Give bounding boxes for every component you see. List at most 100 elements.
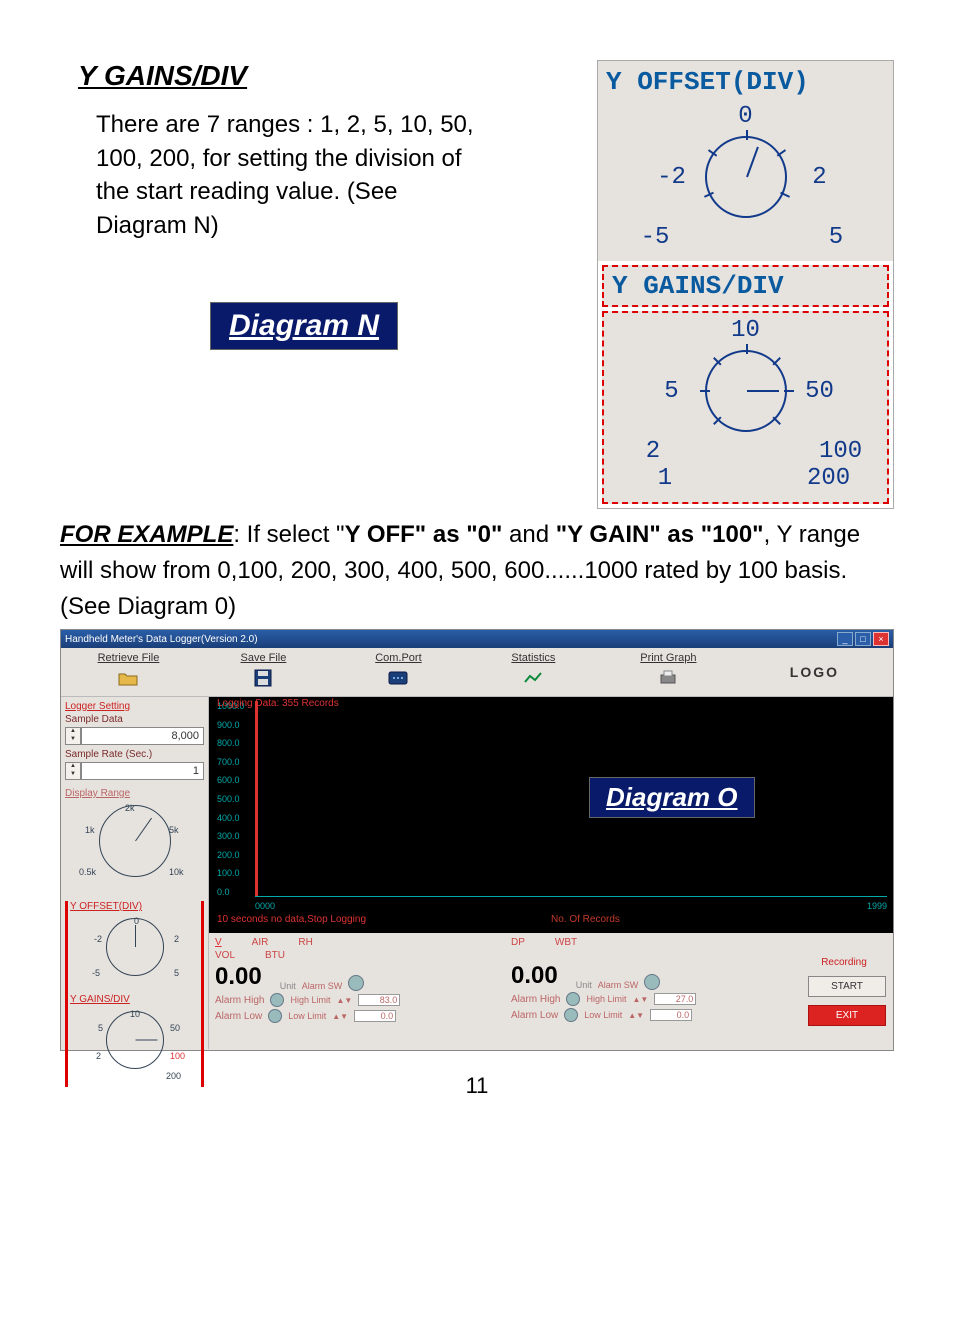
body-text: There are 7 ranges : 1, 2, 5, 10, 50, 10… [96,108,476,242]
yo-n5: -5 [92,968,100,978]
app-screenshot: Handheld Meter's Data Logger(Version 2.0… [60,629,894,1051]
y-gains-2: 2 [634,438,672,465]
unit-rh[interactable]: RH [298,937,312,948]
high-limit-lbl-left: High Limit [290,995,330,1005]
alarm-low-led-right[interactable] [564,1008,578,1022]
alarm-high-led-left[interactable] [270,993,284,1007]
yo-2: 2 [174,934,179,944]
alarm-sw-right: Alarm SW [598,980,639,990]
plot-area: 1000.0 900.0 800.0 700.0 600.0 500.0 400… [209,697,893,933]
value-left: 0.00 [215,963,274,991]
unit-vol[interactable]: VOL [215,950,235,961]
yg-50: 50 [170,1023,180,1033]
diagram-o-label: Diagram O [589,777,755,818]
display-range-dial[interactable] [99,805,171,877]
unit-lbl-left: Unit [280,981,296,991]
unit-lbl-right: Unit [576,980,592,990]
unit-v[interactable]: V [215,937,222,948]
sample-rate-label: Sample Rate (Sec.) [65,749,204,760]
y-gains-dial[interactable] [705,350,787,432]
close-icon[interactable]: × [873,632,889,646]
yg-200: 200 [166,1071,181,1081]
sample-data-value[interactable]: 8,000 [81,727,204,745]
sample-rate-value[interactable]: 1 [81,762,204,780]
alarm-sw-led-right[interactable] [644,974,660,990]
sample-data-spinner[interactable]: ▲▼ [65,727,81,745]
unit-dp[interactable]: DP [511,937,525,948]
value-right: 0.00 [511,962,570,990]
yg-2: 2 [96,1051,101,1061]
unit-wbt[interactable]: WBT [555,937,577,948]
y-gains-5: 5 [653,378,691,405]
maximize-icon[interactable]: □ [855,632,871,646]
port-icon [333,668,464,688]
menu-print-graph[interactable]: Print Graph [601,648,736,696]
unit-air[interactable]: AIR [252,937,269,948]
unit-btu[interactable]: BTU [265,950,285,961]
y-gains-200: 200 [807,465,845,492]
diagram-n-label: Diagram N [210,302,398,350]
exit-button[interactable]: EXIT [808,1005,886,1026]
y-offset-title: Y OFFSET(DIV) [598,61,893,99]
window-title: Handheld Meter's Data Logger(Version 2.0… [65,634,258,645]
y-offset-gains-panel: Y OFFSET(DIV) 0 -2 2 -5 [597,60,894,509]
side-y-gains-dial[interactable] [106,1011,164,1069]
menu-save-file[interactable]: Save File [196,648,331,696]
side-y-offset-dial[interactable] [106,918,164,976]
diskette-icon [198,668,329,688]
low-limit-lbl-left: Low Limit [288,1011,326,1021]
minimize-icon[interactable]: _ [837,632,853,646]
dr-5k: 5k [169,825,179,835]
logger-setting-label: Logger Setting [65,701,204,712]
yo-n2: -2 [94,934,102,944]
chart-icon [468,668,599,688]
dr-05k: 0.5k [79,867,96,877]
y-gains-top: 10 [727,317,765,344]
y-offset-right-mid: 2 [801,164,839,191]
menu-statistics[interactable]: Statistics [466,648,601,696]
low-limit-lbl-right: Low Limit [584,1010,622,1020]
folder-open-icon [63,668,194,688]
y-offset-dial[interactable] [705,136,787,218]
y-gains-heading: Y GAINS/DIV [78,60,490,92]
y-gains-title: Y GAINS/DIV [602,265,889,307]
sample-data-label: Sample Data [65,714,204,725]
dr-10k: 10k [169,867,184,877]
yg-100: 100 [170,1051,185,1061]
display-range-label: Display Range [65,788,204,799]
y-offset-left-mid: -2 [653,164,691,191]
y-offset-right-low: 5 [817,224,855,251]
y-gains-50: 50 [801,378,839,405]
bottom-bar: V AIR RH VOL BTU 0.00 Unit Alarm SW [209,933,893,1049]
dr-1k: 1k [85,825,95,835]
start-button[interactable]: START [808,976,886,997]
yg-10: 10 [130,1009,140,1019]
yg-5: 5 [98,1023,103,1033]
printer-icon [603,668,734,688]
yo-0: 0 [134,916,139,926]
y-offset-left-low: -5 [636,224,674,251]
alarm-high-left: Alarm High [215,995,264,1006]
alarm-sw-led-left[interactable] [348,975,364,991]
sample-rate-spinner[interactable]: ▲▼ [65,762,81,780]
high-limit-right[interactable]: 27.0 [654,993,696,1005]
dr-2k: 2k [125,803,135,813]
low-limit-left[interactable]: 0.0 [354,1010,396,1022]
side-y-offset-label: Y OFFSET(DIV) [70,901,199,912]
menu-com-port[interactable]: Com.Port [331,648,466,696]
recording-label: Recording [821,957,867,968]
low-limit-right[interactable]: 0.0 [650,1009,692,1021]
alarm-high-led-right[interactable] [566,992,580,1006]
menu-retrieve-file[interactable]: Retrieve File [61,648,196,696]
x-left: 0000 [255,901,275,911]
y-gains-1: 1 [646,465,684,492]
high-limit-left[interactable]: 83.0 [358,994,400,1006]
menubar: Retrieve File Save File Com.Port Statist… [61,648,893,697]
plot-status: 10 seconds no data,Stop Logging [217,914,366,925]
alarm-low-right: Alarm Low [511,1010,558,1021]
alarm-low-left: Alarm Low [215,1011,262,1022]
alarm-high-right: Alarm High [511,994,560,1005]
x-right: 1999 [867,901,887,911]
alarm-low-led-left[interactable] [268,1009,282,1023]
y-gains-100: 100 [819,438,857,465]
